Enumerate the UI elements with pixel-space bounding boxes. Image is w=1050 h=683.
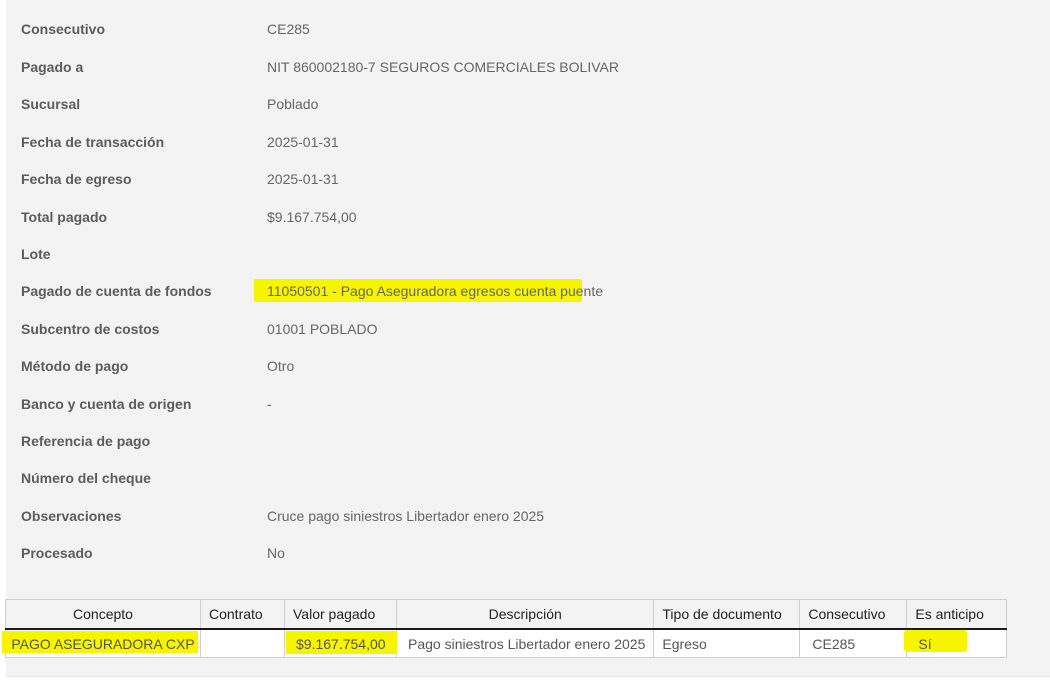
field-procesado: Procesado No <box>6 543 1046 563</box>
cell-text: $9.167.754,00 <box>296 635 386 652</box>
column-header-concepto[interactable]: Concepto <box>5 599 201 630</box>
table-row[interactable]: PAGO ASEGURADORA CXP $9.167.754,00 Pago … <box>2 628 1008 658</box>
field-total-pagado: Total pagado $9.167.754,00 <box>6 207 1046 227</box>
column-header-descripcion[interactable]: Descripción <box>395 599 655 630</box>
field-label: Observaciones <box>21 508 122 524</box>
cell-tipo-documento: Egreso <box>653 628 801 658</box>
field-value: 11050501 - Pago Aseguradora egresos cuen… <box>267 283 603 299</box>
field-fecha-egreso: Fecha de egreso 2025-01-31 <box>6 169 1046 189</box>
column-header-consecutivo[interactable]: Consecutivo <box>799 599 908 630</box>
field-label: Pagado a <box>21 59 84 75</box>
field-value: 2025-01-31 <box>267 134 339 150</box>
field-value: NIT 860002180-7 SEGUROS COMERCIALES BOLI… <box>267 59 619 75</box>
field-label: Pagado de cuenta de fondos <box>21 283 212 299</box>
field-label: Método de pago <box>21 358 129 374</box>
field-label: Banco y cuenta de origen <box>21 396 192 412</box>
field-label: Total pagado <box>21 209 108 225</box>
field-value: Poblado <box>267 96 319 112</box>
field-value: Otro <box>267 358 295 374</box>
cell-descripcion: Pago siniestros Libertador enero 2025 <box>395 628 655 658</box>
field-value: - <box>267 396 272 412</box>
field-value: Cruce pago siniestros Libertador enero 2… <box>267 508 545 524</box>
field-subcentro-costos: Subcentro de costos 01001 POBLADO <box>6 319 1046 339</box>
column-header-es-anticipo[interactable]: Es anticipo <box>906 599 1008 630</box>
field-referencia-pago: Referencia de pago <box>6 431 1046 451</box>
field-value: No <box>267 545 285 561</box>
field-label: Número del cheque <box>21 470 151 486</box>
cell-es-anticipo: Sí <box>904 628 1008 658</box>
divider <box>6 676 1050 677</box>
cell-contrato <box>200 628 285 658</box>
payment-lines-table: Concepto Contrato Valor pagado Descripci… <box>2 599 1008 658</box>
field-label: Sucursal <box>21 96 81 112</box>
field-label: Fecha de egreso <box>21 171 132 187</box>
field-label: Subcentro de costos <box>21 321 160 337</box>
field-consecutivo: Consecutivo CE285 <box>6 19 1046 39</box>
field-fecha-transaccion: Fecha de transacción 2025-01-31 <box>6 132 1046 152</box>
column-header-tipo-documento[interactable]: Tipo de documento <box>653 599 801 630</box>
field-metodo-pago: Método de pago Otro <box>6 356 1046 376</box>
field-lote: Lote <box>6 244 1046 264</box>
field-numero-cheque: Número del cheque <box>6 468 1046 488</box>
field-observaciones: Observaciones Cruce pago siniestros Libe… <box>6 506 1046 526</box>
cell-text: Sí <box>918 635 932 652</box>
field-value: 01001 POBLADO <box>267 321 378 337</box>
highlight-mark <box>904 630 968 652</box>
field-banco-cuenta-origen: Banco y cuenta de origen - <box>6 394 1046 414</box>
field-label: Consecutivo <box>21 21 106 37</box>
field-value: $9.167.754,00 <box>267 209 357 225</box>
field-sucursal: Sucursal Poblado <box>6 94 1046 114</box>
column-header-valor-pagado[interactable]: Valor pagado <box>284 599 397 630</box>
field-pagado-a: Pagado a NIT 860002180-7 SEGUROS COMERCI… <box>6 57 1046 77</box>
cell-valor-pagado: $9.167.754,00 <box>284 628 400 658</box>
field-label: Procesado <box>21 545 93 561</box>
column-header-contrato[interactable]: Contrato <box>200 599 285 630</box>
field-cuenta-fondos: Pagado de cuenta de fondos 11050501 - Pa… <box>6 279 1046 302</box>
cell-concepto: PAGO ASEGURADORA CXP <box>2 628 201 658</box>
cell-consecutivo: CE285 <box>799 628 908 658</box>
field-label: Lote <box>21 246 51 262</box>
field-value: CE285 <box>267 21 310 37</box>
table-header-row: Concepto Contrato Valor pagado Descripci… <box>5 599 1008 630</box>
field-label: Fecha de transacción <box>21 134 165 150</box>
field-label: Referencia de pago <box>21 433 151 449</box>
field-value: 2025-01-31 <box>267 171 339 187</box>
cell-text: PAGO ASEGURADORA CXP <box>11 635 195 652</box>
payment-detail-panel: Consecutivo CE285 Pagado a NIT 860002180… <box>6 0 1050 676</box>
